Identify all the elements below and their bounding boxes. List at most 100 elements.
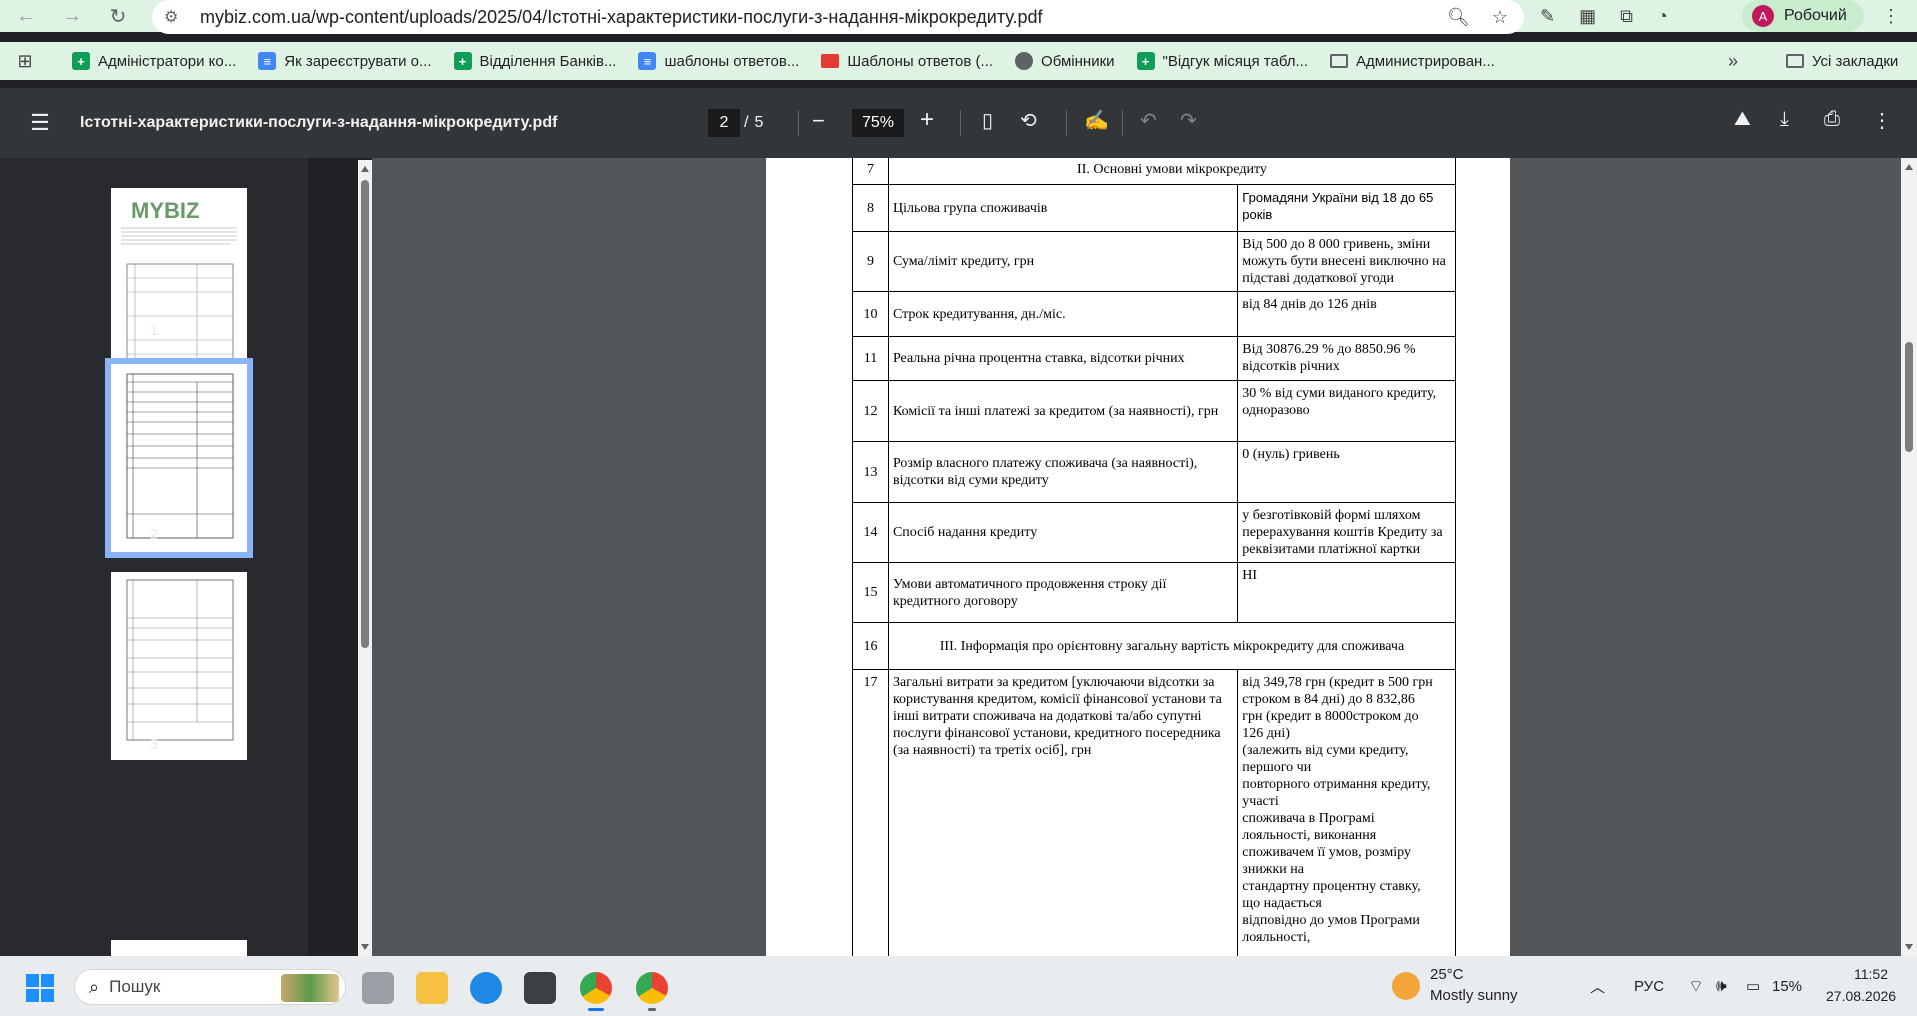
apps-grid-icon[interactable]: ⊞ — [0, 51, 50, 72]
chrome-icon[interactable] — [636, 972, 668, 1004]
all-bookmarks[interactable]: Усі закладки — [1786, 42, 1898, 80]
undo-icon[interactable]: ↶ — [1140, 108, 1157, 133]
reload-icon[interactable]: ↻ — [100, 0, 136, 32]
weather-description[interactable]: Mostly sunny — [1430, 987, 1518, 1004]
site-info-icon[interactable]: ⚙ — [164, 7, 186, 27]
weather-temperature[interactable]: 25°C — [1430, 966, 1464, 983]
row-number: 10 — [852, 291, 889, 337]
extension-feather-icon[interactable]: ✎ — [1540, 6, 1555, 27]
clock-time[interactable]: 11:52 — [1854, 966, 1888, 982]
zoom-out-icon[interactable]: − — [812, 108, 825, 134]
back-arrow-icon[interactable]: ← — [8, 0, 44, 32]
thumbnail-label: 3 — [149, 736, 159, 753]
thumbnail-page-3[interactable] — [111, 572, 247, 760]
taskbar-search[interactable]: ⌕ Пошук — [74, 969, 346, 1005]
value-line: участі — [1242, 794, 1279, 809]
table-row: 10 Строк кредитування, дн./міс. від 84 д… — [852, 291, 1456, 337]
store-icon[interactable] — [524, 972, 556, 1004]
url-text[interactable]: mybiz.com.ua/wp-content/uploads/2025/04/… — [200, 7, 1043, 28]
value-line: лояльності, — [1242, 930, 1311, 945]
scrollbar-thumb[interactable] — [361, 180, 369, 648]
battery-icon[interactable]: ▭ — [1746, 956, 1760, 1016]
bookmark-item[interactable]: ≡ шаблоны ответов... — [638, 52, 799, 70]
wifi-icon[interactable]: ⌔ — [1688, 956, 1704, 1016]
volume-icon[interactable]: 🕪︎ — [1716, 956, 1727, 1016]
bookmark-item[interactable]: Шаблоны ответов (... — [821, 53, 993, 70]
zoom-level-input[interactable]: 75% — [852, 109, 904, 137]
zoom-in-icon[interactable]: + — [920, 106, 934, 134]
add-to-drive-icon[interactable]: ⛰ — [1734, 108, 1751, 131]
bookmark-item[interactable]: Администрирован... — [1330, 53, 1495, 70]
mybiz-logo: MYBIZ — [131, 198, 199, 223]
annotate-icon[interactable]: ✍ — [1084, 108, 1109, 133]
document-scrollbar[interactable] — [1901, 158, 1917, 956]
file-explorer-icon[interactable] — [416, 972, 448, 1004]
thumbnail-page-2[interactable] — [105, 358, 253, 558]
browser-menu-icon[interactable]: ⋮ — [1876, 0, 1906, 32]
scrollbar-thumb[interactable] — [1905, 342, 1913, 452]
performance-icon[interactable]: ◔ — [1657, 6, 1668, 27]
thumbnail-page-4[interactable] — [111, 940, 247, 956]
weather-sun-icon[interactable] — [1392, 972, 1420, 1000]
chrome-work-icon[interactable] — [580, 972, 612, 1004]
start-icon[interactable] — [26, 974, 54, 1002]
divider — [1066, 110, 1067, 136]
edge-icon[interactable] — [470, 972, 502, 1004]
value-line: від 349,78 грн (кредит в 500 грн — [1242, 675, 1433, 690]
more-options-icon[interactable]: ⋮ — [1872, 108, 1892, 133]
thumbnail-sidebar: MYBIZ 1 2 3 — [0, 158, 308, 956]
download-icon[interactable]: ⤓ — [1780, 108, 1789, 131]
table-row: 12 Комісії та інші платежі за кредитом (… — [852, 380, 1456, 442]
bookmark-item[interactable]: + "Відгук місяця табл... — [1136, 52, 1308, 70]
battery-percent[interactable]: 15% — [1772, 956, 1802, 1016]
fit-page-icon[interactable]: ▯ — [982, 108, 993, 133]
row-number: 9 — [852, 231, 889, 292]
rotate-icon[interactable]: ⟲ — [1020, 108, 1037, 133]
folder-icon — [1786, 54, 1804, 68]
bookmark-item[interactable]: Обмінники — [1015, 52, 1115, 70]
zoom-search-icon[interactable]: 🔍︎ — [1447, 7, 1470, 28]
profile-chip[interactable]: A Робочий — [1742, 0, 1864, 32]
document-viewport[interactable]: 7 II. Основні умови мікрокредиту 8 Цільо… — [372, 158, 1901, 956]
language-indicator[interactable]: РУС — [1634, 956, 1664, 1016]
row-number: 13 — [852, 441, 889, 503]
page-number-input[interactable]: 2 — [708, 109, 740, 137]
thumbnail-page-1[interactable]: MYBIZ — [111, 188, 247, 376]
thumbnail-scrollbar[interactable] — [358, 160, 372, 956]
print-icon[interactable]: ⎙ — [1824, 108, 1840, 131]
bookmark-star-icon[interactable]: ☆ — [1492, 7, 1508, 28]
table-row: 17 Загальні витрати за кредитом [уключаю… — [852, 669, 1456, 956]
scroll-down-icon[interactable] — [1905, 944, 1913, 950]
table-row: 9 Сума/ліміт кредиту, грн Від 500 до 8 0… — [852, 231, 1456, 292]
forward-arrow-icon[interactable]: → — [54, 0, 90, 32]
row-label: Сума/ліміт кредиту, грн — [887, 231, 1239, 292]
menu-icon[interactable]: ☰ — [0, 110, 80, 136]
conditions-table: 7 II. Основні умови мікрокредиту 8 Цільо… — [852, 158, 1457, 956]
page-separator: / — [744, 114, 749, 131]
task-view-icon[interactable] — [362, 972, 394, 1004]
row-label: Умови автоматичного продовження строку д… — [887, 562, 1239, 623]
bookmark-item[interactable]: + Адміністратори ко... — [72, 52, 236, 70]
extension-grid-icon[interactable]: ▦ — [1579, 6, 1596, 27]
address-bar[interactable]: ⚙ mybiz.com.ua/wp-content/uploads/2025/0… — [152, 0, 1524, 34]
scroll-up-icon[interactable] — [361, 166, 369, 172]
table-row: 7 II. Основні умови мікрокредиту — [852, 158, 1457, 185]
row-value: НІ — [1237, 562, 1456, 623]
bookmark-item[interactable]: + Відділення Банків... — [453, 52, 616, 70]
scroll-up-icon[interactable] — [1905, 164, 1913, 170]
redo-icon[interactable]: ↷ — [1180, 108, 1197, 133]
scroll-down-icon[interactable] — [361, 944, 369, 950]
more-bookmarks-icon[interactable]: » — [1728, 42, 1738, 80]
row-value: 0 (нуль) гривень — [1237, 441, 1456, 503]
profile-name: Робочий — [1784, 7, 1847, 24]
tray-chevron-icon[interactable]: ︿ — [1590, 956, 1605, 1016]
bookmark-item[interactable]: ≡ Як зареєструвати о... — [258, 52, 432, 70]
row-value: у безготівковій формі шляхом перерахуван… — [1237, 502, 1456, 563]
extensions-puzzle-icon[interactable]: ⧉ — [1620, 6, 1633, 27]
clock-date[interactable]: 27.08.2026 — [1826, 988, 1896, 1004]
table-row: 15 Умови автоматичного продовження строк… — [852, 562, 1456, 623]
taskbar: ⌕ Пошук 25°C Mostly sunny ︿ РУС ⌔ 🕪︎ ▭ 1… — [0, 956, 1917, 1016]
divider — [1122, 110, 1123, 136]
row-label: Комісії та інші платежі за кредитом (за … — [887, 380, 1239, 442]
row-label: Розмір власного платежу споживача (за на… — [887, 441, 1239, 503]
